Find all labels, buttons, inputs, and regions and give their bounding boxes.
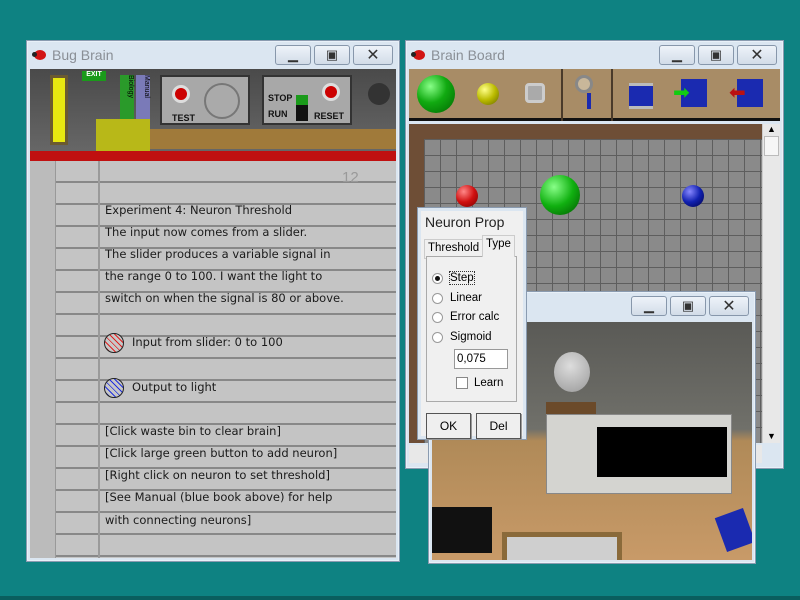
vertical-scrollbar[interactable]: ▲ ▼ xyxy=(762,124,780,443)
sigmoid-value-input[interactable] xyxy=(454,349,508,369)
radio-label: Step xyxy=(449,271,475,285)
input-neuron[interactable] xyxy=(456,185,478,207)
output-neuron[interactable] xyxy=(682,185,704,207)
add-neuron-button[interactable] xyxy=(417,75,455,113)
instruction-line: [See Manual (blue book above) for help xyxy=(105,490,333,504)
maximize-button[interactable]: ▣ xyxy=(670,296,706,316)
radio-label: Linear xyxy=(450,292,482,304)
battery-box xyxy=(432,507,492,553)
text-line: the range 0 to 100. I want the light to xyxy=(105,269,323,283)
maximize-button[interactable]: ▣ xyxy=(698,45,734,65)
instruction-line: with connecting neurons] xyxy=(105,513,252,527)
minimize-button[interactable]: ▁ xyxy=(659,45,695,65)
display-screen xyxy=(597,427,727,477)
output-text: Output to light xyxy=(132,380,217,394)
bug-brain-window: Bug Brain ▁ ▣ ✕ EXIT Biology Manual TEST… xyxy=(26,40,400,562)
shelf-ledge xyxy=(140,129,396,149)
input-text: Input from slider: 0 to 100 xyxy=(132,335,283,349)
shelf-scene: EXIT Biology Manual TEST STOP RUN RESET xyxy=(30,69,396,161)
notebook-page: 12 Experiment 4: Neuron Threshold The in… xyxy=(30,161,396,558)
radio-label: Error calc xyxy=(450,311,500,323)
biology-book[interactable]: Biology xyxy=(120,75,134,121)
minimize-button[interactable]: ▁ xyxy=(275,45,311,65)
signal-box xyxy=(546,414,732,494)
load-button[interactable]: ⬅ xyxy=(729,79,763,107)
magnifier-button[interactable] xyxy=(575,75,599,115)
exit-door[interactable] xyxy=(50,75,68,145)
output-light-icon xyxy=(104,378,124,398)
del-button[interactable]: Del xyxy=(476,413,521,439)
lab-view: EXIT Biology Manual TEST STOP RUN RESET xyxy=(30,69,396,558)
text-line: Experiment 4: Neuron Threshold xyxy=(105,203,293,217)
add-small-neuron-button[interactable] xyxy=(477,83,499,105)
reset-label: RESET xyxy=(314,111,345,121)
breadboard xyxy=(502,532,622,560)
run-stop-switch[interactable] xyxy=(296,95,308,121)
radio-error-calc[interactable]: Error calc xyxy=(432,311,499,323)
ladybug-icon xyxy=(32,49,48,61)
disk xyxy=(714,507,752,553)
ladybug-icon xyxy=(411,49,427,61)
test-panel: TEST xyxy=(160,75,250,125)
input-neuron-icon xyxy=(104,333,124,353)
clock-icon xyxy=(204,83,240,119)
spool-button[interactable] xyxy=(629,83,653,109)
text-line: The input now comes from a slider. xyxy=(105,225,308,239)
radio-step[interactable]: Step xyxy=(432,271,475,285)
ok-button[interactable]: OK xyxy=(426,413,471,439)
radio-sigmoid[interactable]: Sigmoid xyxy=(432,331,492,343)
learn-checkbox[interactable]: Learn xyxy=(456,377,503,389)
instruction-line: [Click waste bin to clear brain] xyxy=(105,424,281,438)
exit-sign: EXIT xyxy=(82,71,106,81)
test-button[interactable] xyxy=(172,85,190,103)
dialog-title: Neuron Prop xyxy=(425,214,505,230)
neuron-prop-dialog: Neuron Prop Threshold Type Step Linear E… xyxy=(417,207,527,440)
close-button[interactable]: ✕ xyxy=(709,296,749,316)
minimize-button[interactable]: ▁ xyxy=(631,296,667,316)
page-number: 12 xyxy=(342,169,359,186)
light-bulb xyxy=(554,352,590,392)
run-panel: STOP RUN RESET xyxy=(262,75,352,125)
tab-type[interactable]: Type xyxy=(482,235,515,257)
instruction-line: [Click large green button to add neuron] xyxy=(105,446,338,460)
title-bar[interactable]: Brain Board ▁ ▣ ✕ xyxy=(406,41,783,69)
run-label: RUN xyxy=(268,109,288,119)
taskbar xyxy=(0,596,800,600)
toolbar: ➡ ⬅ xyxy=(409,69,780,121)
title-bar[interactable]: Bug Brain ▁ ▣ ✕ xyxy=(27,41,399,69)
bulb-base xyxy=(546,402,596,414)
window-title: Brain Board xyxy=(431,47,505,63)
waste-bin-button[interactable] xyxy=(525,83,545,103)
learn-label: Learn xyxy=(474,377,504,389)
main-neuron[interactable] xyxy=(540,175,580,215)
close-button[interactable]: ✕ xyxy=(353,45,393,65)
save-button[interactable]: ➡ xyxy=(673,79,707,107)
instruction-line: [Right click on neuron to set threshold] xyxy=(105,468,330,482)
radio-linear[interactable]: Linear xyxy=(432,292,482,304)
text-line: switch on when the signal is 80 or above… xyxy=(105,291,344,305)
speaker-icon xyxy=(368,83,390,105)
text-line: The slider produces a variable signal in xyxy=(105,247,331,261)
maximize-button[interactable]: ▣ xyxy=(314,45,350,65)
reset-button[interactable] xyxy=(322,83,340,101)
sticky-note xyxy=(96,119,150,155)
test-label: TEST xyxy=(172,113,196,123)
close-button[interactable]: ✕ xyxy=(737,45,777,65)
stop-label: STOP xyxy=(268,93,293,103)
radio-label: Sigmoid xyxy=(450,331,492,343)
window-title: Bug Brain xyxy=(52,47,114,63)
manual-book[interactable]: Manual xyxy=(136,75,150,121)
